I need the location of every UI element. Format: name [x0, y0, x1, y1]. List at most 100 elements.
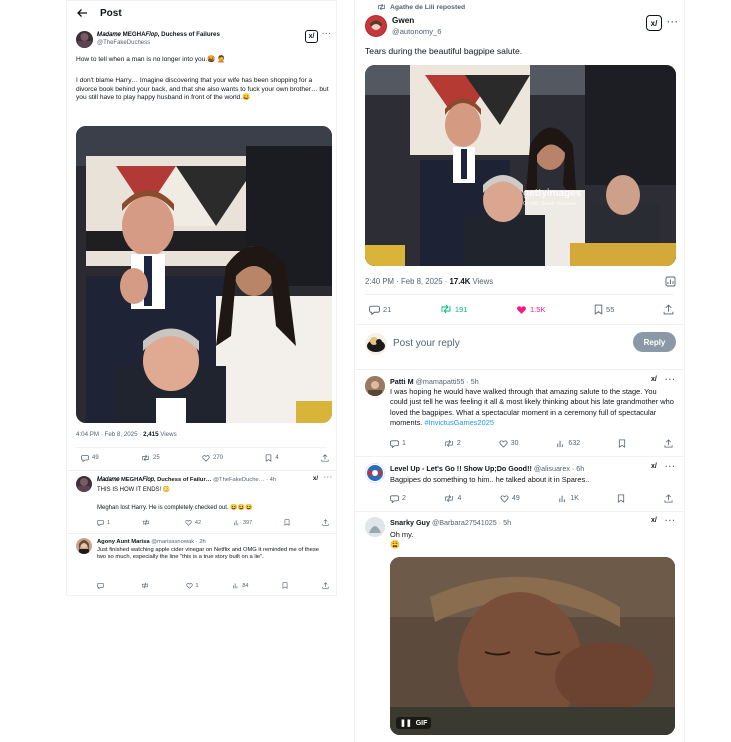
- getty-watermark: gettyimages: [523, 188, 582, 199]
- post-timestamp: 2:40 PM · Feb 8, 2025 · 17.4K Views: [365, 277, 494, 286]
- like-button[interactable]: 30: [499, 439, 518, 448]
- back-arrow-icon[interactable]: [76, 7, 88, 19]
- reply-header: 𝑀𝑎𝑑𝑎𝑚𝑒 MEGHA𝐹𝑙𝑜𝑝, Duchess of Failur… @Th…: [97, 477, 277, 483]
- more-icon[interactable]: ···: [324, 475, 333, 481]
- repost-button[interactable]: 4: [444, 494, 461, 503]
- views-icon: [233, 583, 238, 589]
- more-icon[interactable]: ···: [665, 462, 676, 471]
- share-button[interactable]: [322, 582, 329, 589]
- bookmark-button[interactable]: [618, 439, 626, 448]
- reply-header: Level Up - Let's Go !! Show Up;Do Good!!…: [390, 464, 585, 473]
- reply-button[interactable]: 21: [369, 304, 391, 315]
- reply-button[interactable]: Reply: [633, 332, 676, 352]
- heart-icon: [185, 583, 193, 589]
- views-button[interactable]: 397: [233, 519, 252, 526]
- divider: [67, 533, 336, 534]
- bookmark-button[interactable]: [617, 494, 625, 503]
- repost-button[interactable]: [142, 519, 153, 526]
- avatar[interactable]: [76, 31, 93, 48]
- heart-icon: [202, 455, 210, 462]
- reply-gif[interactable]: ❚❚ GIF: [390, 557, 675, 735]
- reply-input[interactable]: Post your reply: [393, 338, 460, 349]
- like-button[interactable]: 42: [185, 519, 201, 526]
- like-button[interactable]: 49: [500, 494, 520, 503]
- views-button[interactable]: 632: [556, 439, 580, 448]
- reply-button[interactable]: 1: [390, 439, 406, 448]
- reply-text: Just finished watching apple cider vineg…: [97, 547, 320, 561]
- analytics-icon[interactable]: [665, 276, 676, 287]
- like-button[interactable]: 270: [202, 454, 223, 462]
- reply-text: THIS IS HOW IT ENDS! 😳: [97, 487, 171, 493]
- reply-button[interactable]: 49: [81, 454, 99, 462]
- gif-badge[interactable]: ❚❚ GIF: [396, 717, 432, 729]
- divider: [76, 447, 327, 448]
- divider: [355, 324, 684, 325]
- grok-icon[interactable]: x/: [646, 15, 662, 31]
- reply-button[interactable]: 1: [97, 519, 110, 526]
- avatar[interactable]: [365, 463, 385, 483]
- avatar[interactable]: [76, 476, 92, 492]
- divider: [355, 369, 684, 370]
- share-icon: [322, 582, 329, 589]
- reply-button[interactable]: 2: [390, 494, 406, 503]
- heart-icon: [517, 305, 526, 314]
- avatar[interactable]: [76, 538, 92, 554]
- like-button[interactable]: 1: [185, 582, 199, 589]
- more-icon[interactable]: ···: [665, 516, 676, 525]
- reply-icon: [390, 440, 399, 448]
- more-icon[interactable]: ···: [665, 375, 676, 384]
- avatar[interactable]: [365, 376, 385, 396]
- share-icon: [664, 439, 673, 448]
- more-icon[interactable]: ···: [667, 17, 679, 27]
- repost-icon: [445, 439, 453, 448]
- reply-icon: [390, 495, 399, 503]
- reply-button[interactable]: [97, 582, 107, 589]
- bookmark-button[interactable]: 4: [265, 454, 279, 462]
- hashtag-link[interactable]: #InvictusGames2025: [425, 418, 494, 427]
- repost-icon: [143, 519, 149, 526]
- reply-icon: [97, 520, 104, 526]
- grok-icon[interactable]: x/: [651, 376, 657, 383]
- grok-icon[interactable]: x/: [305, 30, 318, 43]
- reply-text: Meghan lost Harry. He is completely chec…: [97, 505, 253, 511]
- grok-icon[interactable]: x/: [651, 463, 657, 470]
- author-handle[interactable]: @autonomy_6: [392, 27, 442, 36]
- author-handle[interactable]: @TheFakeDuchess: [97, 40, 150, 46]
- reply-actions: 1 84: [97, 581, 329, 590]
- divider: [365, 294, 674, 295]
- post-text-body: I don't blame Harry… Imagine discovering…: [76, 77, 329, 102]
- repost-icon: [445, 494, 454, 503]
- post-photo[interactable]: gettyimages Credit: Samir Hussein: [365, 65, 676, 266]
- reply-actions: 2 4 49 1K: [390, 493, 673, 504]
- post-photo[interactable]: [76, 126, 332, 423]
- heart-icon: [185, 520, 192, 526]
- bookmark-button[interactable]: 55: [594, 304, 614, 315]
- share-button[interactable]: [664, 494, 673, 503]
- divider: [355, 456, 684, 457]
- author-name[interactable]: 𝑀𝑎𝑑𝑎𝑚𝑒 MEGHA𝐹𝑙𝑜𝑝, Duchess of Failures: [97, 31, 220, 39]
- share-button[interactable]: [663, 303, 674, 315]
- repost-button[interactable]: [141, 582, 152, 589]
- views-button[interactable]: 84: [232, 582, 248, 589]
- repost-button[interactable]: 25: [141, 454, 160, 462]
- avatar[interactable]: [365, 333, 387, 355]
- share-button[interactable]: [664, 439, 673, 448]
- like-button[interactable]: 1.5K: [516, 304, 545, 315]
- more-icon[interactable]: ···: [322, 31, 332, 38]
- author-name[interactable]: Gwen: [392, 16, 414, 25]
- share-button[interactable]: [322, 519, 329, 526]
- views-button[interactable]: 1K: [558, 494, 579, 503]
- repost-icon: [378, 3, 385, 11]
- repost-button[interactable]: 2: [444, 439, 461, 448]
- share-button[interactable]: [321, 454, 329, 462]
- grok-icon[interactable]: x/: [313, 476, 318, 482]
- bookmark-button[interactable]: [282, 582, 288, 589]
- repost-button[interactable]: 191: [440, 304, 467, 314]
- grok-icon[interactable]: x/: [651, 517, 657, 524]
- left-post-panel: Post 𝑀𝑎𝑑𝑎𝑚𝑒 MEGHA𝐹𝑙𝑜𝑝, Duchess of Failur…: [66, 0, 337, 596]
- views-icon: [557, 440, 564, 448]
- reply-icon: [97, 583, 104, 589]
- bookmark-button[interactable]: [284, 519, 290, 526]
- avatar[interactable]: [365, 15, 387, 37]
- avatar[interactable]: [365, 517, 385, 537]
